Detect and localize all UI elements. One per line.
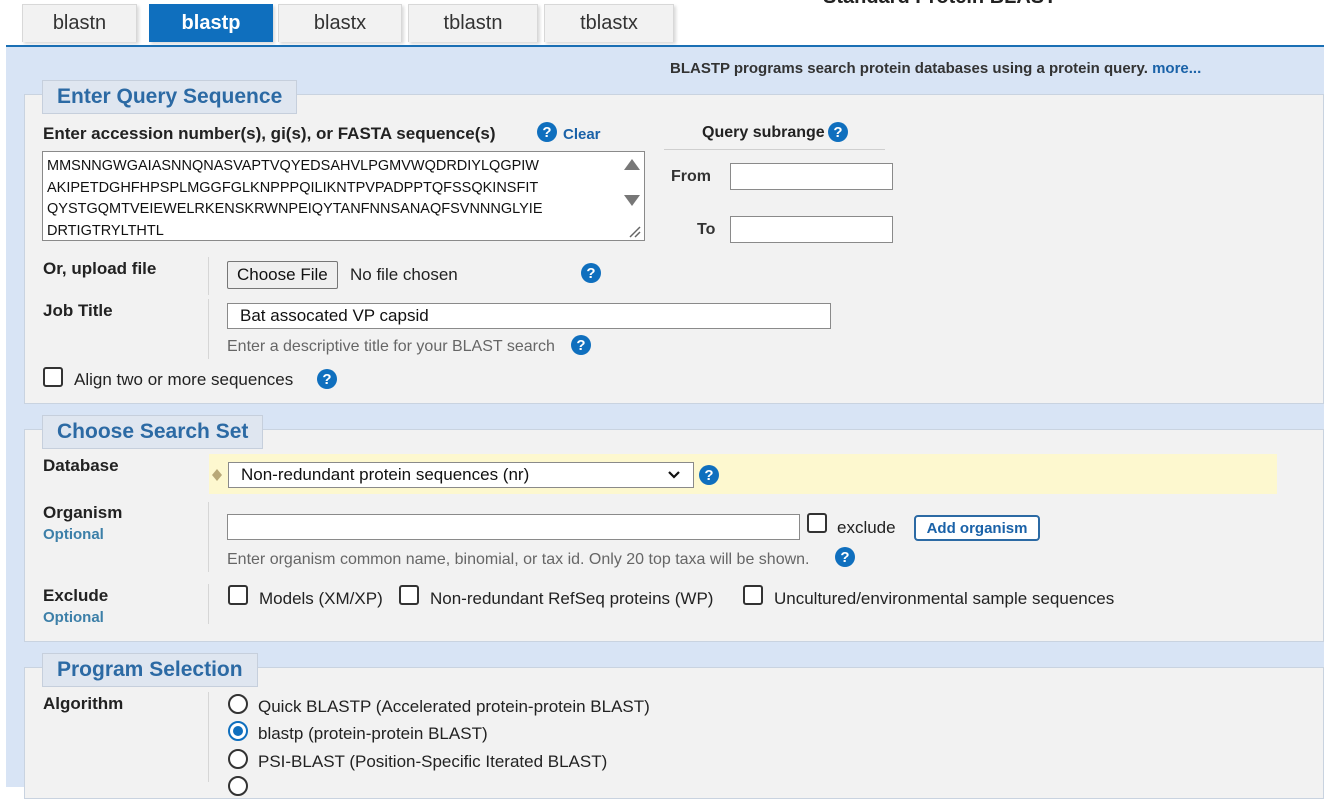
job-title-input[interactable]: Bat assocated VP capsid [227,303,831,329]
choose-file-button[interactable]: Choose File [227,261,338,289]
subrange-title: Query subrange [702,124,825,141]
algorithm-radio-next[interactable] [228,776,248,796]
align-label: Align two or more sequences [74,370,294,389]
exclude-wp-label: Non-redundant RefSeq proteins (WP) [430,589,714,608]
organism-label: Organism [43,503,123,522]
tab-tblastn[interactable]: tblastn [408,4,538,42]
tab-blastp[interactable]: blastp [149,4,273,42]
sequence-text: MMSNNGWGAIASNNQNASVAPTVQYEDSAHVLPGMVWQDR… [47,156,543,242]
align-checkbox[interactable] [43,367,63,387]
tab-blastn[interactable]: blastn [22,4,137,42]
add-organism-button[interactable]: Add organism [914,515,1040,541]
organism-input[interactable] [227,514,800,540]
sequence-line: AKIPETDGHFHPSPLMGGFGLKNPPPQILIKNTPVPADPP… [47,179,539,196]
organism-optional: Optional [43,526,104,543]
to-input[interactable] [730,216,893,243]
help-icon[interactable]: ? [571,335,591,355]
no-file-text: No file chosen [350,265,458,284]
organism-hint: Enter organism common name, binomial, or… [227,551,810,568]
exclude-organism-checkbox[interactable] [807,513,827,533]
sequence-textarea[interactable]: MMSNNGWGAIASNNQNASVAPTVQYEDSAHVLPGMVWQDR… [42,151,645,241]
description-text: BLASTP programs search protein databases… [670,60,1148,77]
algorithm-label: Algorithm [43,694,124,713]
subrange-divider [664,149,885,150]
algorithm-label-psi-blast: PSI-BLAST (Position-Specific Iterated BL… [258,752,608,771]
job-title-hint: Enter a descriptive title for your BLAST… [227,338,555,355]
help-icon[interactable]: ? [699,465,719,485]
algorithm-radio-blastp[interactable] [228,721,248,741]
from-label: From [671,168,711,185]
page-title: Standard Protein BLAST [823,0,1056,9]
tab-blastx[interactable]: blastx [278,4,402,42]
dropdown-chevron-icon [668,471,680,479]
help-icon[interactable]: ? [835,547,855,567]
scroll-up-icon[interactable] [623,157,641,171]
sequence-line: DRTIGTRYLTHTL [47,222,164,239]
exclude-uncultured-label: Uncultured/environmental sample sequence… [774,589,1115,608]
algorithm-radio-quick-blastp[interactable] [228,694,248,714]
exclude-models-label: Models (XM/XP) [259,589,383,608]
program-section-title: Program Selection [42,653,258,687]
query-label: Enter accession number(s), gi(s), or FAS… [43,124,496,143]
more-link[interactable]: more... [1152,60,1201,77]
resize-grip-icon[interactable] [629,226,641,238]
clear-link[interactable]: Clear [563,126,601,143]
sequence-line: QYSTGQMTVEIEWELRKENSKRWNPEIQYTANFNNSANAQ… [47,201,543,217]
database-select[interactable]: Non-redundant protein sequences (nr) [228,462,694,488]
algorithm-label-blastp: blastp (protein-protein BLAST) [258,724,488,743]
sequence-line: MMSNNGWGAIASNNQNASVAPTVQYEDSAHVLPGMVWQDR… [47,158,539,174]
query-section-title: Enter Query Sequence [42,80,298,114]
help-icon[interactable]: ? [537,122,557,142]
algorithm-label-quick-blastp: Quick BLASTP (Accelerated protein-protei… [258,697,650,716]
exclude-uncultured-checkbox[interactable] [743,585,763,605]
help-icon[interactable]: ? [317,369,337,389]
divider [208,257,209,295]
search-set-title: Choose Search Set [42,415,264,449]
diamond-icon [212,469,222,481]
divider [208,502,209,572]
exclude-label: exclude [837,518,896,537]
job-title-label: Job Title [43,301,113,320]
database-value: Non-redundant protein sequences (nr) [241,465,530,484]
algorithm-radio-psi-blast[interactable] [228,749,248,769]
database-label: Database [43,456,119,475]
exclude-optional: Optional [43,609,104,626]
tab-tblastx[interactable]: tblastx [544,4,674,42]
from-input[interactable] [730,163,893,190]
exclude-wp-checkbox[interactable] [399,585,419,605]
divider [208,584,209,624]
exclude-section-label: Exclude [43,586,109,605]
divider [208,692,209,782]
divider [208,299,209,359]
upload-label: Or, upload file [43,259,157,278]
help-icon[interactable]: ? [581,263,601,283]
help-icon[interactable]: ? [828,122,848,142]
exclude-models-checkbox[interactable] [228,585,248,605]
program-description: BLASTP programs search protein databases… [670,60,1201,77]
to-label: To [697,221,716,238]
scroll-down-icon[interactable] [623,194,641,208]
